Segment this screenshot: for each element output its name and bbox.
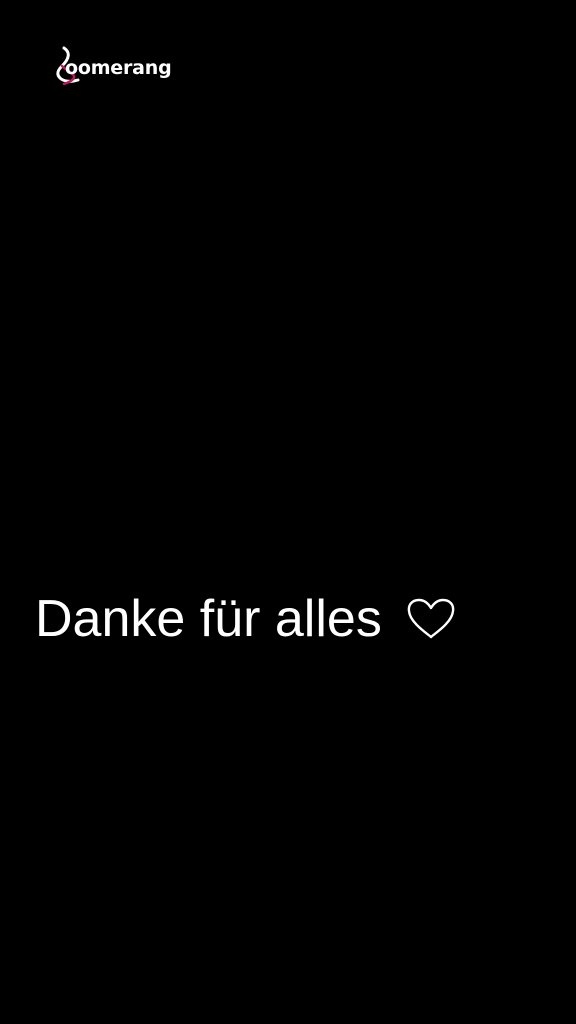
story-caption: Danke für alles [35, 588, 456, 650]
logo-wordmark: oomerang [65, 56, 172, 79]
story-screen: oomerang Danke für alles [0, 0, 576, 1024]
heart-outline-icon [407, 598, 455, 639]
boomerang-logo: oomerang [54, 46, 172, 92]
caption-text: Danke für alles [35, 590, 382, 648]
